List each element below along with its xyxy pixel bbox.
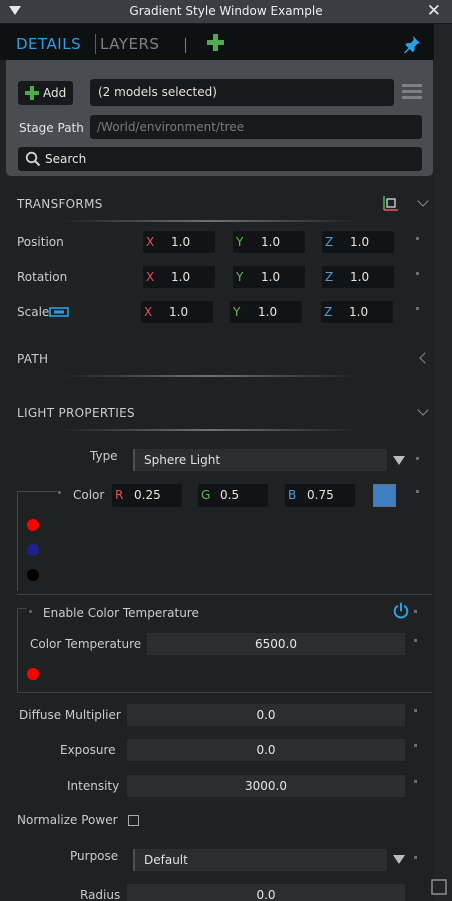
purpose-label: Purpose: [70, 849, 119, 863]
section-divider: [60, 375, 360, 377]
purpose-combobox[interactable]: Default: [133, 849, 387, 871]
link-icon[interactable]: [49, 307, 69, 317]
position-z-field[interactable]: Z 1.0: [322, 231, 394, 253]
dropdown-arrow-icon[interactable]: [393, 855, 405, 864]
diffuse-multiplier-label: Diffuse Multiplier: [19, 708, 121, 722]
rotation-z-field[interactable]: Z 1.0: [322, 266, 394, 288]
gradient-stop-black[interactable]: [27, 569, 39, 581]
add-button-label: Add: [43, 86, 67, 100]
tab-bar: DETAILS LAYERS: [0, 24, 434, 60]
rotation-x-field[interactable]: X 1.0: [143, 266, 215, 288]
divider: [17, 594, 432, 595]
radius-field[interactable]: 0.0: [127, 884, 405, 901]
tab-layers[interactable]: LAYERS: [100, 35, 159, 53]
details-header: Add (2 models selected) Stage Path /Worl…: [6, 60, 433, 176]
chevron-down-icon[interactable]: [417, 404, 429, 416]
scale-y-field[interactable]: Y 1.0: [230, 301, 302, 323]
temperature-group-bracket: [17, 608, 27, 692]
position-label: Position: [17, 235, 64, 249]
gradient-handle-dot[interactable]: [58, 491, 61, 494]
temperature-stop-red[interactable]: [27, 668, 39, 680]
rotation-y-field[interactable]: Y 1.0: [233, 266, 305, 288]
search-label: Search: [45, 152, 87, 166]
section-title-path[interactable]: PATH: [17, 352, 48, 366]
default-indicator-dot[interactable]: [414, 856, 417, 859]
search-icon: [25, 151, 41, 167]
color-g-field[interactable]: G 0.5: [198, 484, 268, 507]
color-temperature-label: Color Temperature: [30, 637, 142, 651]
color-temperature-field[interactable]: 6500.0: [147, 633, 405, 655]
gradient-stop-red[interactable]: [27, 519, 39, 531]
gradient-stop-blue[interactable]: [27, 544, 39, 556]
color-swatch[interactable]: [373, 484, 396, 507]
tab-separator: [185, 38, 186, 53]
chevron-down-icon[interactable]: [417, 195, 429, 207]
position-x-field[interactable]: X 1.0: [143, 231, 215, 253]
transform-gizmo-icon[interactable]: [381, 195, 399, 213]
dropdown-arrow-icon[interactable]: [393, 456, 405, 465]
position-y-field[interactable]: Y 1.0: [233, 231, 305, 253]
default-indicator-dot[interactable]: [416, 272, 419, 275]
intensity-label: Intensity: [67, 779, 120, 793]
hamburger-menu-icon[interactable]: [402, 84, 422, 100]
properties-panel: TRANSFORMS Position X 1.0 Y 1.0 Z 1.0 Ro…: [0, 176, 434, 901]
color-b-field[interactable]: B 0.75: [285, 484, 355, 507]
section-divider: [60, 429, 360, 431]
default-indicator-dot[interactable]: [414, 610, 417, 613]
default-indicator-dot[interactable]: [416, 490, 419, 493]
default-indicator-dot[interactable]: [416, 307, 419, 310]
chevron-left-icon[interactable]: [419, 352, 431, 364]
normalize-power-label: Normalize Power: [17, 813, 118, 827]
default-indicator-dot[interactable]: [414, 709, 417, 712]
resize-grip-icon[interactable]: [430, 878, 448, 896]
section-title-light-properties[interactable]: LIGHT PROPERTIES: [17, 406, 135, 420]
group-handle-dot: [29, 610, 32, 613]
normalize-power-checkbox[interactable]: [128, 815, 139, 826]
exposure-label: Exposure: [60, 743, 116, 757]
exposure-field[interactable]: 0.0: [127, 739, 405, 761]
plus-icon: [25, 86, 39, 100]
type-label: Type: [90, 449, 118, 463]
stage-path-label: Stage Path: [19, 121, 84, 135]
tab-details[interactable]: DETAILS: [16, 35, 81, 53]
add-tab-icon[interactable]: [207, 34, 224, 51]
color-r-field[interactable]: R 0.25: [112, 484, 182, 507]
scale-x-field[interactable]: X 1.0: [141, 301, 213, 323]
section-title-transforms[interactable]: TRANSFORMS: [17, 197, 103, 211]
type-combobox[interactable]: Sphere Light: [133, 449, 387, 471]
radius-label: Radius: [80, 888, 121, 901]
close-icon[interactable]: ✕: [427, 2, 441, 20]
add-button[interactable]: Add: [18, 81, 73, 105]
search-field[interactable]: Search: [18, 147, 422, 171]
enable-color-temperature-label: Enable Color Temperature: [43, 606, 199, 620]
stage-path-field[interactable]: /World/environment/tree: [90, 115, 422, 139]
divider: [17, 692, 432, 693]
rotation-label: Rotation: [17, 270, 68, 284]
window-title: Gradient Style Window Example: [129, 4, 323, 18]
section-divider: [60, 220, 360, 222]
default-indicator-dot[interactable]: [416, 237, 419, 240]
intensity-field[interactable]: 3000.0: [127, 775, 405, 797]
default-indicator-dot[interactable]: [414, 744, 417, 747]
default-indicator-dot[interactable]: [414, 780, 417, 783]
window-titlebar: Gradient Style Window Example ✕: [0, 0, 452, 24]
tab-separator: [95, 34, 96, 54]
power-toggle-icon[interactable]: [392, 602, 410, 620]
scale-label: Scale: [17, 305, 50, 319]
scale-z-field[interactable]: Z 1.0: [321, 301, 393, 323]
color-label: Color: [73, 488, 105, 502]
default-indicator-dot[interactable]: [414, 639, 417, 642]
scrollbar[interactable]: [434, 24, 452, 901]
selection-field[interactable]: (2 models selected): [90, 79, 394, 106]
diffuse-multiplier-field[interactable]: 0.0: [127, 704, 405, 726]
pin-icon[interactable]: [402, 34, 422, 54]
default-indicator-dot[interactable]: [416, 457, 419, 460]
